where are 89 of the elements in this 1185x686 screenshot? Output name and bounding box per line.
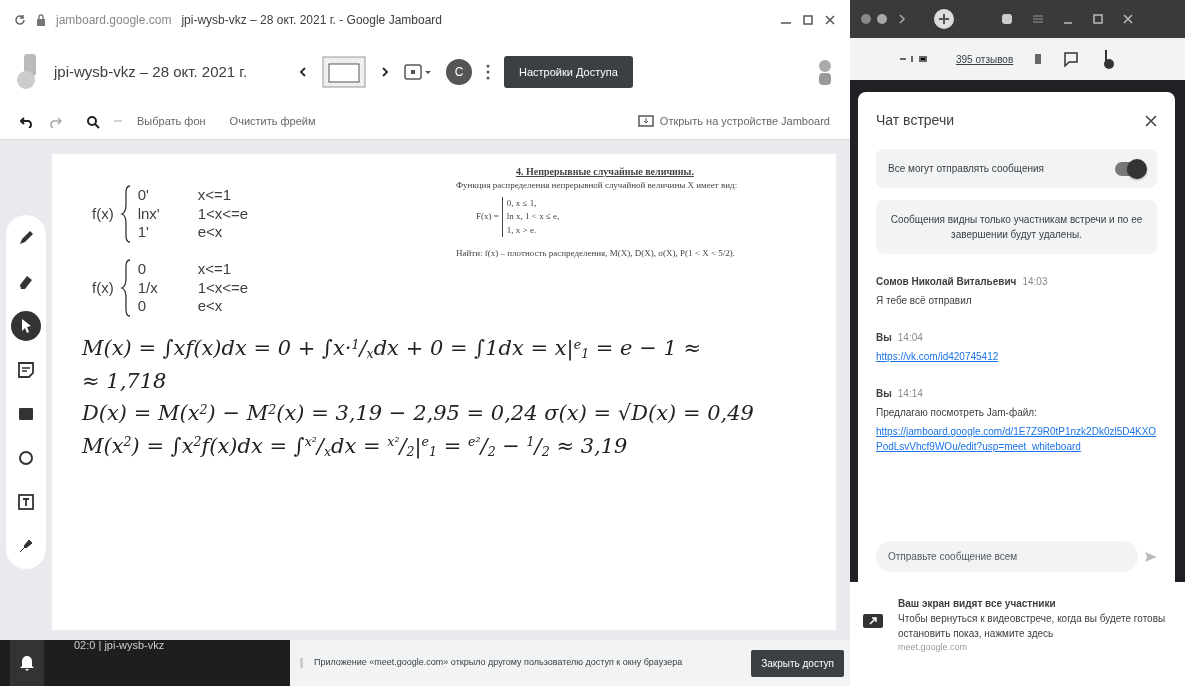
- handwritten-formula: M(x$^{2}$) = ∫x$^{2}$f(x)dx = ∫$^{x²}$/$_{x}$dx = $^{x²}$/$_{2}$|$^{e}$$_{1}$ = $^{e²}$/$_{2}$ − $^{1}$/$_{2}$ ≈ 3,19: [82, 432, 628, 461]
- clear-frame-button[interactable]: Очистить фрейм: [228, 112, 317, 131]
- formula-text: f(x): [92, 277, 114, 298]
- file-title[interactable]: jpi-wysb-vkz – 28 окт. 2021 г.: [54, 60, 284, 84]
- close-icon[interactable]: [824, 14, 836, 26]
- circle-icon: [17, 449, 35, 467]
- formula-text: e<x: [197, 223, 224, 243]
- brace-mark: [119, 184, 132, 244]
- formula-text: F(x) =: [476, 210, 499, 223]
- reviews-link[interactable]: 395 отзывов: [956, 51, 1014, 67]
- message-text: Предлагаю посмотреть Jam-файл:: [876, 406, 1038, 420]
- chat-title: Чат встречи: [876, 111, 955, 130]
- document-heading: 4. Непрерывные случайные величины.: [516, 165, 694, 179]
- formula-text: x<=1: [197, 259, 233, 279]
- sender-name: Сомов Николай Витальевич: [876, 275, 1017, 289]
- formula-text: e<x: [197, 297, 224, 317]
- sticky-note-icon: [17, 361, 35, 379]
- permission-toggle[interactable]: [1115, 161, 1145, 176]
- window-title: jpi-wysb-vkz – 28 окт. 2021 г. - Google Jamboard: [181, 12, 443, 29]
- address-text[interactable]: jamboard.google.com: [56, 11, 172, 29]
- formula-text: 1': [137, 223, 150, 243]
- formula-text: x<=1: [197, 185, 233, 205]
- text-box-icon: [17, 493, 35, 511]
- screen-share-icon: [862, 612, 884, 630]
- laser-icon: [17, 537, 35, 555]
- bell-icon: [20, 655, 34, 671]
- formula-text: lnx': [137, 204, 161, 224]
- present-icon[interactable]: [404, 63, 432, 81]
- message-time: 14:03: [1022, 275, 1048, 289]
- account-avatar-icon[interactable]: [816, 58, 834, 86]
- user-avatar[interactable]: C: [446, 59, 472, 85]
- formula-text: ln x, 1 < x ≤ e,: [506, 210, 560, 223]
- formula-text: 1, x > e.: [506, 223, 538, 237]
- formula-text: 1/x: [137, 278, 159, 298]
- document-text: Функция распределения непрерывной случайной величины X имеет вид:: [456, 179, 739, 192]
- chevron-right-icon[interactable]: [380, 66, 390, 78]
- undo-icon[interactable]: [20, 115, 34, 128]
- bookmark-icon[interactable]: [1035, 54, 1042, 64]
- device-icon[interactable]: [637, 114, 654, 129]
- pen-icon: [17, 229, 35, 247]
- taskbar-item[interactable]: 02:0 | jpi-wysb-vkz: [74, 640, 165, 651]
- open-on-device-link[interactable]: Открыть на устройстве Jamboard: [659, 113, 830, 130]
- chat-notice: Сообщения видны только участникам встречи и по ее завершении будут удалены.: [876, 200, 1157, 254]
- chevron-left-icon[interactable]: [298, 66, 308, 78]
- eraser-icon: [17, 273, 35, 291]
- lock-icon: [36, 14, 46, 26]
- close-icon[interactable]: [1122, 13, 1134, 25]
- handwritten-formula: D(x) = M(x$^{2}$) − M$^{2}$(x) = 3,19 − 2,95 = 0,24 σ(x) = √D(x) = 0,49: [82, 400, 754, 428]
- sharing-message: Приложение «meet.google.com» открыло другому пользователю доступ к окну браузера: [314, 656, 684, 670]
- message-link[interactable]: https://vk.com/id420745412: [876, 349, 1157, 364]
- chat-icon[interactable]: [1063, 51, 1080, 67]
- brace-mark: [119, 258, 132, 318]
- formula-text: 1<x<=e: [197, 204, 250, 224]
- maximize-icon[interactable]: [802, 14, 814, 26]
- handwritten-formula: M(x) = ∫xf(x)dx = 0 + ∫x·$^{1}$/$_{x}$dx + 0 = ∫1dx = x|$^{e}$$_{1}$ = e − 1 ≈: [82, 335, 702, 364]
- notification-button[interactable]: [10, 640, 44, 686]
- notification-card[interactable]: Ваш экран видят все участники Чтобы вернуться к видеовстрече, когда вы будете готовы остановить показ, нажмите здесь meet.google.com: [850, 582, 1185, 686]
- reload-icon[interactable]: [14, 14, 26, 26]
- formula-text: f(x): [92, 203, 114, 224]
- document-text: Найти: f(x) – плотность распределения, M(X), D(X), σ(X), P(1 < X < 5/2).: [456, 247, 736, 260]
- new-tab-icon[interactable]: [934, 9, 954, 29]
- zoom-icon[interactable]: [86, 114, 100, 129]
- formula-text: 0': [137, 185, 150, 205]
- background-button[interactable]: Выбрать фон: [136, 112, 207, 131]
- message-time: 14:14: [897, 387, 923, 401]
- maximize-icon[interactable]: [1092, 13, 1104, 25]
- message-text: Я тебе всё отправил: [876, 294, 973, 308]
- notification-text: Чтобы вернуться к видеовстрече, когда вы будете готовы остановить показ, нажмите здесь: [898, 612, 1167, 641]
- frame-thumbnail-icon[interactable]: [322, 56, 366, 88]
- extension-icon[interactable]: [1000, 12, 1014, 26]
- notification-source: meet.google.com: [898, 641, 969, 654]
- sender-name: Вы: [876, 331, 892, 345]
- message-time: 14:04: [897, 331, 923, 345]
- image-icon: [17, 405, 35, 423]
- formula-text: 0, x ≤ 1,: [506, 196, 538, 210]
- share-button[interactable]: Настройки Доступа: [504, 55, 633, 89]
- formula-text: 1<x<=e: [197, 278, 250, 298]
- notification-title: Ваш экран видят все участники: [898, 597, 1057, 611]
- sender-name: Вы: [876, 387, 892, 401]
- more-icon[interactable]: [486, 63, 490, 81]
- permission-label: Все могут отправлять сообщения: [888, 162, 1044, 176]
- stop-sharing-button[interactable]: Закрыть доступ: [751, 649, 844, 677]
- handwritten-formula: ≈ 1,718: [82, 367, 167, 395]
- formula-text: 0: [137, 297, 147, 317]
- tool-button[interactable]: [11, 311, 41, 341]
- close-icon[interactable]: [1145, 114, 1157, 127]
- formula-text: 0: [137, 259, 147, 279]
- message-input[interactable]: Отправьте сообщение всем: [876, 541, 1139, 572]
- message-link[interactable]: https://jamboard.google.com/d/1E7Z9R0tP1nzk2Dk0zl5D4KXOPodLsvVhcf9WOu/edit?usp=meet_whiteboard: [876, 424, 1157, 454]
